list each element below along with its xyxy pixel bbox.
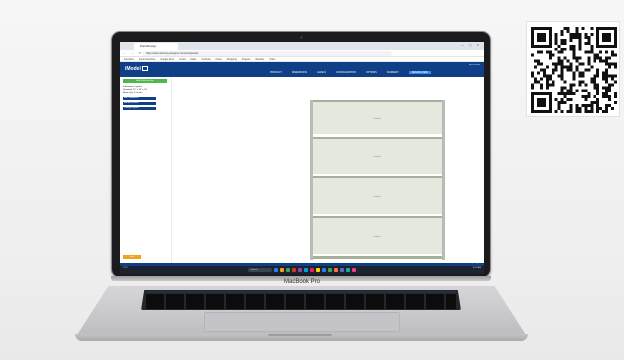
account-link[interactable]: my account [469, 64, 480, 66]
taskbar-clock: 10:24 AM [472, 267, 481, 269]
footer-text: © Shelving Designer [465, 263, 480, 264]
url-input[interactable]: https://www.shelving-designer.com/config… [142, 51, 392, 56]
taskbar-app-icon[interactable] [316, 268, 320, 272]
shelf-post-right [442, 100, 445, 260]
main-nav: PRODUCT DIMENSIONS LEVELS CONFIGURATION OPTI… [270, 71, 431, 74]
nav-item-summary[interactable]: SUMMARY [387, 71, 399, 74]
shelf-bay-label: Level 4 [374, 118, 381, 121]
nav-item-design-view[interactable]: DESIGN VIEW [408, 71, 431, 74]
bookmark-item[interactable]: Gmail [179, 57, 185, 61]
taskbar-app-icon[interactable] [304, 268, 308, 272]
back-button[interactable]: Back [123, 255, 141, 259]
taskbar-search-input[interactable]: Search [248, 268, 272, 272]
bookmark-item[interactable]: Shopping [227, 57, 237, 61]
shelf-bay[interactable]: Level 1 [313, 216, 442, 254]
taskbar-app-icon[interactable] [292, 268, 296, 272]
camera [300, 36, 303, 39]
nav-item-options[interactable]: OPTIONS [366, 71, 377, 74]
taskbar-app-icon[interactable] [274, 268, 278, 272]
add-unit-button[interactable]: Add Shelving Unit [123, 79, 167, 83]
taskbar-app-icon[interactable] [352, 268, 356, 272]
address-bar: ← → ⟳ https://www.shelving-designer.com/… [120, 50, 484, 57]
nav-item-levels[interactable]: LEVELS [317, 71, 326, 74]
lid-notch [268, 334, 332, 336]
trackpad [204, 312, 400, 332]
shelf-bay-label: Level 1 [374, 235, 381, 238]
qr-code-image [531, 27, 617, 113]
shelf-bay[interactable]: Level 3 [313, 136, 442, 175]
shelving-unit[interactable]: Level 4 Level 3 Level 2 Level 1 [310, 100, 445, 260]
change-options-button[interactable]: Change Options [123, 107, 156, 111]
sidebar-label: Information Options [123, 86, 143, 88]
browser-tab[interactable]: PartsDesign × [134, 43, 178, 50]
taskbar-app-icon[interactable] [310, 268, 314, 272]
laptop-screen: PartsDesign × — ▢ ✕ ← → ⟳ https://www.sh… [120, 42, 484, 274]
shelf-bay[interactable]: Level 4 [313, 100, 442, 135]
taskbar-app-icon[interactable] [346, 268, 350, 272]
bookmark-item[interactable]: News [216, 57, 222, 61]
taskbar-app-icon[interactable] [286, 268, 290, 272]
add-component-button[interactable]: Add Component [123, 97, 156, 101]
tab-title: PartsDesign [140, 44, 157, 48]
weather-temp: 72°F [123, 267, 128, 269]
bookmark-item[interactable]: Projects [242, 57, 251, 61]
qr-code [526, 21, 620, 117]
bookmark-item[interactable]: Favorites [124, 57, 134, 61]
bookmark-item[interactable]: Maps [190, 57, 196, 61]
add-accessories-button[interactable]: Add Accessories [123, 102, 156, 106]
logo-mark-icon [141, 66, 148, 72]
bookmark-item[interactable]: Import favorites [139, 57, 155, 61]
nav-item-configuration[interactable]: CONFIGURATION [336, 71, 356, 74]
laptop-brand: MacBook Pro [283, 279, 320, 285]
window-controls[interactable]: — ▢ ✕ [461, 43, 481, 47]
bookmark-item[interactable]: Weather [255, 57, 264, 61]
taskbar-app-icon[interactable] [328, 268, 332, 272]
shelf-bay-label: Level 3 [374, 156, 381, 159]
design-canvas[interactable]: Level 4 Level 3 Level 2 Level 1 [172, 77, 484, 263]
taskbar-app-icon[interactable] [334, 268, 338, 272]
bookmark-item[interactable]: Google Docs [160, 57, 174, 61]
taskbar-apps [274, 268, 356, 272]
taskbar-app-icon[interactable] [298, 268, 302, 272]
bookmark-item[interactable]: Other [269, 57, 275, 61]
shelf-bay-label: Level 2 [374, 196, 381, 199]
nav-item-dimensions[interactable]: DIMENSIONS [292, 71, 307, 74]
touch-bar [147, 291, 455, 293]
app-header: iModel my account PRODUCT DIMENSIONS LEVEL… [120, 62, 484, 77]
nav-item-product[interactable]: PRODUCT [270, 71, 282, 74]
laptop-lid: PartsDesign × — ▢ ✕ ← → ⟳ https://www.sh… [111, 31, 491, 278]
taskbar-app-icon[interactable] [280, 268, 284, 272]
app-logo[interactable]: iModel [125, 66, 148, 72]
shelf-bay[interactable]: Level 2 [313, 176, 442, 214]
sidebar: Add Shelving Unit Information Options St… [120, 77, 172, 263]
taskbar-app-icon[interactable] [322, 268, 326, 272]
logo-text: iModel [125, 66, 141, 72]
nav-arrows-icon[interactable]: ← → ⟳ [123, 51, 143, 55]
weather-widget[interactable]: 72°F [123, 267, 128, 270]
sidebar-label: Standard: 72" x 36" x 18" [123, 89, 148, 91]
keyboard-keys [146, 294, 456, 309]
background: PartsDesign × — ▢ ✕ ← → ⟳ https://www.sh… [0, 0, 624, 360]
shelf-base [313, 256, 442, 259]
browser-tab-bar: PartsDesign × — ▢ ✕ [120, 42, 484, 50]
bookmark-item[interactable]: YouTube [201, 57, 210, 61]
os-taskbar: 72°F Search 10:24 AM [120, 266, 484, 274]
taskbar-app-icon[interactable] [340, 268, 344, 272]
sidebar-label: Beam Qty: 4 Levels [123, 92, 143, 94]
